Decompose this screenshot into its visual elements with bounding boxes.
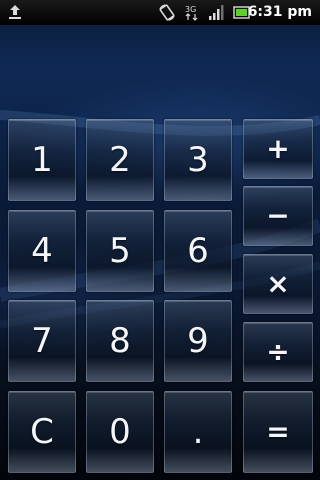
digit-8-button[interactable]: 8 — [86, 300, 154, 382]
status-clock: 6:31 pm — [247, 4, 312, 20]
calculator-screen: 3G 6:31 pm 1 2 3 4 5 6 7 8 9 C 0 . + − ×… — [0, 0, 320, 480]
digit-4-button[interactable]: 4 — [8, 210, 76, 292]
clear-label: C — [30, 412, 54, 452]
3g-network-icon: 3G — [185, 5, 198, 21]
divide-button[interactable]: ÷ — [243, 322, 313, 382]
digit-9-label: 9 — [187, 321, 209, 361]
multiply-label: × — [266, 267, 290, 300]
digit-7-label: 7 — [31, 321, 53, 361]
rotate-icon — [159, 4, 175, 21]
digit-8-label: 8 — [109, 321, 131, 361]
digit-1-label: 1 — [31, 140, 53, 180]
signal-strength-icon — [209, 5, 224, 20]
equals-label: = — [266, 415, 290, 448]
decimal-point-label: . — [192, 412, 204, 452]
digit-2-button[interactable]: 2 — [86, 119, 154, 201]
digit-5-button[interactable]: 5 — [86, 210, 154, 292]
digit-9-button[interactable]: 9 — [164, 300, 232, 382]
digit-5-label: 5 — [109, 231, 131, 271]
digit-6-button[interactable]: 6 — [164, 210, 232, 292]
multiply-button[interactable]: × — [243, 254, 313, 314]
status-bar: 3G 6:31 pm — [0, 0, 320, 25]
digit-0-button[interactable]: 0 — [86, 391, 154, 473]
plus-button[interactable]: + — [243, 119, 313, 179]
digit-3-label: 3 — [187, 140, 209, 180]
minus-label: − — [266, 199, 290, 232]
digit-2-label: 2 — [109, 140, 131, 180]
digit-7-button[interactable]: 7 — [8, 300, 76, 382]
decimal-point-button[interactable]: . — [164, 391, 232, 473]
digit-4-label: 4 — [31, 231, 53, 271]
plus-label: + — [266, 132, 290, 165]
minus-button[interactable]: − — [243, 186, 313, 246]
svg-text:3G: 3G — [185, 5, 196, 14]
digit-0-label: 0 — [109, 412, 131, 452]
upload-icon — [9, 5, 21, 19]
equals-button[interactable]: = — [243, 391, 313, 473]
digit-6-label: 6 — [187, 231, 209, 271]
digit-1-button[interactable]: 1 — [8, 119, 76, 201]
clear-button[interactable]: C — [8, 391, 76, 473]
digit-3-button[interactable]: 3 — [164, 119, 232, 201]
divide-label: ÷ — [266, 335, 290, 368]
